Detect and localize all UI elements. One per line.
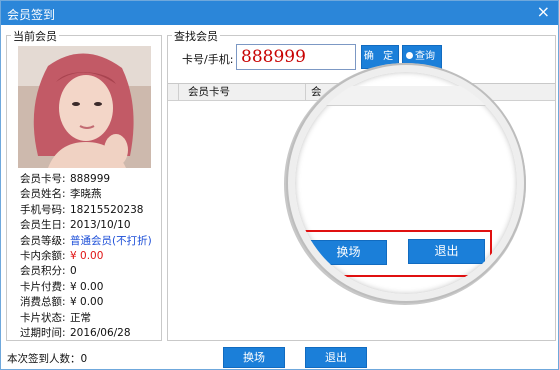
member-name-label: 会员姓名:: [20, 188, 66, 201]
member-points-value: 0: [70, 265, 77, 278]
magnified-switch-button[interactable]: 换场: [310, 240, 387, 265]
member-phone-label: 手机号码:: [20, 203, 66, 216]
member-card-value: 888999: [70, 173, 111, 185]
member-card-label: 会员卡号:: [20, 173, 66, 185]
grid-column-card-number[interactable]: 会员卡号: [180, 84, 306, 101]
member-photo: [18, 46, 151, 168]
magnified-grid-separator: [307, 86, 308, 106]
magnified-grid-header: [295, 86, 517, 106]
member-birthday-row: 会员生日: 2013/10/10: [20, 218, 152, 233]
magnified-exit-button[interactable]: 退出: [408, 239, 485, 264]
member-card-status-label: 卡片状态:: [20, 311, 66, 324]
window-title: 会员签到: [7, 8, 56, 22]
member-card-status-value: 正常: [70, 311, 91, 324]
member-card-row: 会员卡号: 888999: [20, 172, 152, 187]
member-points-label: 会员积分:: [20, 265, 66, 278]
member-info: 会员卡号: 888999 会员姓名: 李晓燕 手机号码: 18215520238 会员…: [20, 172, 152, 341]
member-level-label: 会员等级:: [20, 234, 66, 247]
member-total-spend-label: 消费总额:: [20, 296, 66, 309]
member-card-status-row: 卡片状态: 正常: [20, 311, 152, 326]
member-phone-value: 18215520238: [70, 203, 144, 216]
search-icon: [406, 51, 413, 59]
member-card-fee-row: 卡片付费: ¥ 0.00: [20, 280, 152, 295]
member-balance-label: 卡内余额:: [20, 249, 66, 262]
query-button-label: 查询: [415, 51, 435, 62]
card-phone-input[interactable]: [236, 44, 356, 70]
title-bar: 会员签到 ×: [1, 1, 558, 25]
member-total-spend-row: 消费总额: ¥ 0.00: [20, 295, 152, 310]
member-balance-row: 卡内余额: ¥ 0.00: [20, 249, 152, 264]
member-points-row: 会员积分: 0: [20, 264, 152, 279]
current-member-group: 当前会员 会员卡号: 888999 会员姓名: 李晓燕 手机号码: 182155202…: [6, 28, 162, 341]
member-checkin-window: 会员签到 × 当前会员 会员卡号: 888999 会员姓名: 李晓燕 手机号码: 18…: [0, 0, 559, 370]
current-member-legend: 当前会员: [11, 28, 59, 44]
exit-button[interactable]: 退出: [305, 347, 367, 368]
member-expiry-row: 过期时间: 2016/06/28: [20, 326, 152, 341]
member-birthday-label: 会员生日:: [20, 219, 66, 232]
member-phone-row: 手机号码: 18215520238: [20, 203, 152, 218]
close-icon[interactable]: ×: [537, 3, 550, 21]
member-balance-value: ¥ 0.00: [70, 249, 104, 262]
member-birthday-value: 2013/10/10: [70, 219, 131, 232]
member-card-fee-value: ¥ 0.00: [70, 280, 104, 293]
switch-button[interactable]: 换场: [223, 347, 285, 368]
grid-row-number-header: [168, 84, 179, 101]
member-photo-image: [18, 46, 151, 168]
member-expiry-label: 过期时间:: [20, 326, 66, 339]
member-name-value: 李晓燕: [70, 188, 102, 201]
member-level-value: 普通会员(不打折): [70, 234, 152, 247]
checkin-count-status: 本次签到人数：0: [7, 353, 88, 365]
magnifier-lens: 换场 退出: [288, 65, 524, 301]
member-card-fee-label: 卡片付费:: [20, 280, 66, 293]
member-total-spend-value: ¥ 0.00: [70, 296, 104, 309]
find-member-legend: 查找会员: [172, 28, 220, 44]
member-expiry-value: 2016/06/28: [70, 326, 131, 339]
card-phone-label: 卡号/手机:: [182, 53, 234, 66]
member-level-row: 会员等级: 普通会员(不打折): [20, 234, 152, 249]
member-name-row: 会员姓名: 李晓燕: [20, 187, 152, 202]
